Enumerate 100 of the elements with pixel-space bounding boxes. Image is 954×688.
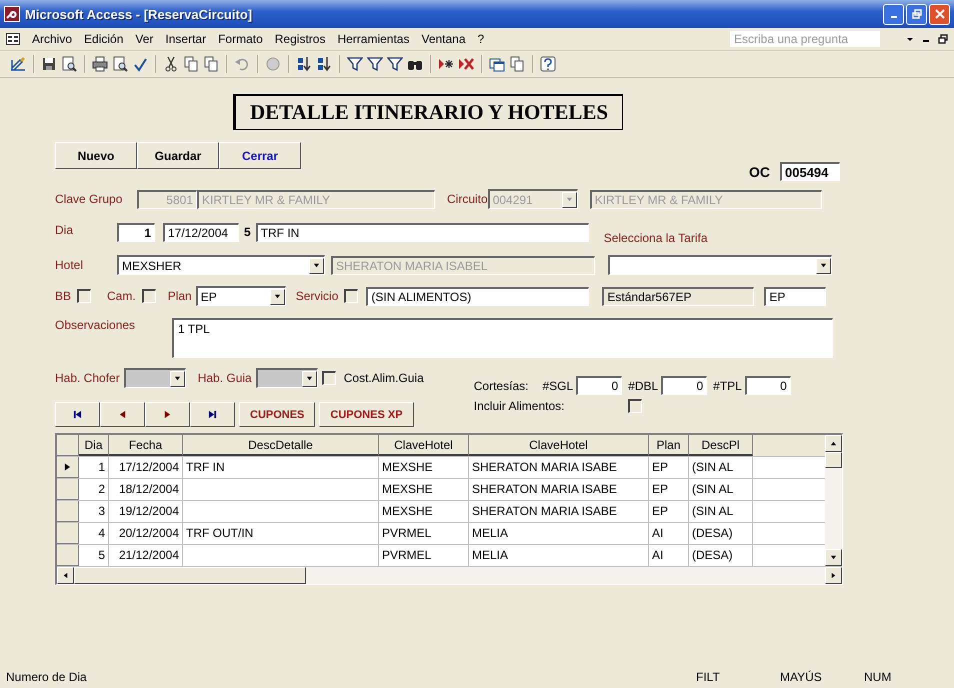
new-record-icon[interactable] [438, 56, 454, 72]
day-description-field[interactable]: TRF IN [256, 223, 589, 242]
checkbox[interactable] [344, 289, 358, 303]
column-header[interactable]: Plan [649, 435, 689, 456]
action-button[interactable]: Guardar [137, 142, 219, 169]
table-cell: (SIN AL [689, 479, 753, 500]
restore-icon [912, 9, 922, 19]
window-title: Microsoft Access - [ReservaCircuito] [25, 6, 252, 22]
menu-item[interactable]: Formato [218, 32, 263, 46]
document-icon[interactable] [203, 56, 219, 72]
field-label: OC [749, 164, 770, 180]
checkbox-label: Cost.Alim.Guia [344, 371, 424, 385]
status-message: Numero de Dia [6, 670, 88, 684]
column-header[interactable]: DescDetalle [183, 435, 379, 456]
dropdown-arrow-icon[interactable] [906, 35, 914, 43]
coupon-button[interactable]: CUPONES [239, 402, 316, 427]
action-button[interactable]: Cerrar [219, 142, 301, 169]
previous-record-button[interactable] [100, 402, 145, 427]
field-label: Circuito [447, 192, 488, 206]
filter-icon[interactable] [347, 56, 363, 72]
checkbox[interactable] [628, 399, 642, 413]
column-header[interactable]: DescPl [689, 435, 753, 456]
pencil-ruler-icon[interactable] [10, 56, 26, 72]
notes-field[interactable]: 1 TPL [172, 318, 833, 358]
magnifier-icon[interactable] [112, 56, 128, 72]
last-record-button[interactable] [190, 402, 235, 427]
horizontal-scrollbar[interactable] [57, 566, 842, 584]
field-label: #TPL [713, 378, 742, 392]
restore-icon[interactable] [938, 34, 948, 44]
scroll-thumb[interactable] [825, 452, 842, 468]
first-record-button[interactable] [55, 402, 100, 427]
table-cell: TRF OUT/IN [183, 523, 379, 544]
help-search-field[interactable]: Escriba una pregunta [730, 31, 880, 47]
coupon-button[interactable]: CUPONES XP [319, 402, 414, 427]
menu-item[interactable]: Insertar [165, 32, 206, 46]
table-cell: EP [649, 457, 689, 478]
magnifier-icon[interactable] [61, 56, 77, 72]
table-cell: MEXSHE [379, 457, 469, 478]
day-field[interactable]: 1 [117, 223, 155, 242]
save-icon[interactable] [41, 56, 57, 72]
menu-item[interactable]: Edición [84, 32, 124, 46]
close-button[interactable] [929, 4, 950, 24]
guide-room-combo[interactable] [256, 368, 318, 388]
previous-icon [118, 410, 127, 419]
rate-combo[interactable] [608, 255, 832, 275]
sort-icon[interactable] [316, 56, 332, 72]
courtesy-field[interactable]: 0 [576, 376, 622, 395]
menu-item[interactable]: Herramientas [337, 32, 410, 46]
checkbox[interactable] [322, 371, 336, 385]
menu-item[interactable]: Archivo [32, 32, 72, 46]
help-icon[interactable] [540, 56, 556, 72]
field-label: Servicio [296, 289, 338, 303]
table-cell: PVRMEL [379, 523, 469, 544]
document-icon[interactable] [509, 56, 525, 72]
filter-icon[interactable] [387, 56, 403, 72]
restore-button[interactable] [906, 4, 927, 24]
key-icon [4, 6, 20, 22]
column-header[interactable]: ClaveHotel [379, 435, 469, 456]
table-cell: TRF IN [183, 457, 379, 478]
spellcheck-icon[interactable] [132, 56, 148, 72]
form-heading: DETALLE ITINERARIO Y HOTELES [233, 94, 624, 130]
scroll-thumb[interactable] [74, 567, 306, 584]
menu-item[interactable]: ? [478, 32, 484, 46]
next-icon [163, 410, 172, 419]
column-header[interactable]: ClaveHotel [469, 435, 649, 456]
filter-icon[interactable] [367, 56, 383, 72]
field-label: BB [55, 289, 72, 303]
checkbox[interactable] [142, 289, 156, 303]
scissors-icon[interactable] [163, 56, 179, 72]
date-field[interactable]: 17/12/2004 [163, 223, 239, 242]
row-selector[interactable] [57, 457, 79, 478]
table-cell: SHERATON MARIA ISABE [469, 457, 649, 478]
status-indicator: NUM [864, 670, 892, 684]
window-icon[interactable] [489, 56, 505, 72]
menu-item[interactable]: Registros [274, 32, 326, 46]
vertical-scrollbar[interactable] [825, 435, 842, 566]
delete-record-icon[interactable] [458, 56, 474, 72]
minimize-button[interactable] [883, 4, 904, 24]
rate-plan-field[interactable]: EP [764, 286, 826, 306]
dropdown-arrow-icon [306, 375, 313, 382]
checkbox[interactable] [77, 289, 92, 303]
menu-item[interactable]: Ventana [421, 32, 466, 46]
rate-name-field[interactable]: Estándar567EP [602, 286, 754, 306]
table-cell: (SIN AL [689, 457, 753, 478]
printer-icon[interactable] [92, 56, 108, 72]
courtesy-field[interactable]: 0 [661, 376, 708, 395]
action-button[interactable]: Nuevo [55, 142, 137, 169]
driver-room-combo[interactable] [124, 368, 186, 388]
column-header[interactable]: Dia [79, 435, 109, 456]
sort-icon[interactable] [296, 56, 312, 72]
service-field[interactable]: (SIN ALIMENTOS) [366, 286, 590, 306]
next-record-button[interactable] [145, 402, 190, 427]
form-icon[interactable] [6, 33, 20, 45]
menu-item[interactable]: Ver [135, 32, 154, 46]
field-label: Hab. Chofer [55, 371, 120, 385]
column-header[interactable]: Fecha [109, 435, 183, 456]
courtesy-field[interactable]: 0 [744, 376, 791, 395]
oc-field[interactable]: 005494 [780, 162, 840, 181]
document-icon[interactable] [183, 56, 199, 72]
plan-combo[interactable]: EP [196, 286, 286, 306]
